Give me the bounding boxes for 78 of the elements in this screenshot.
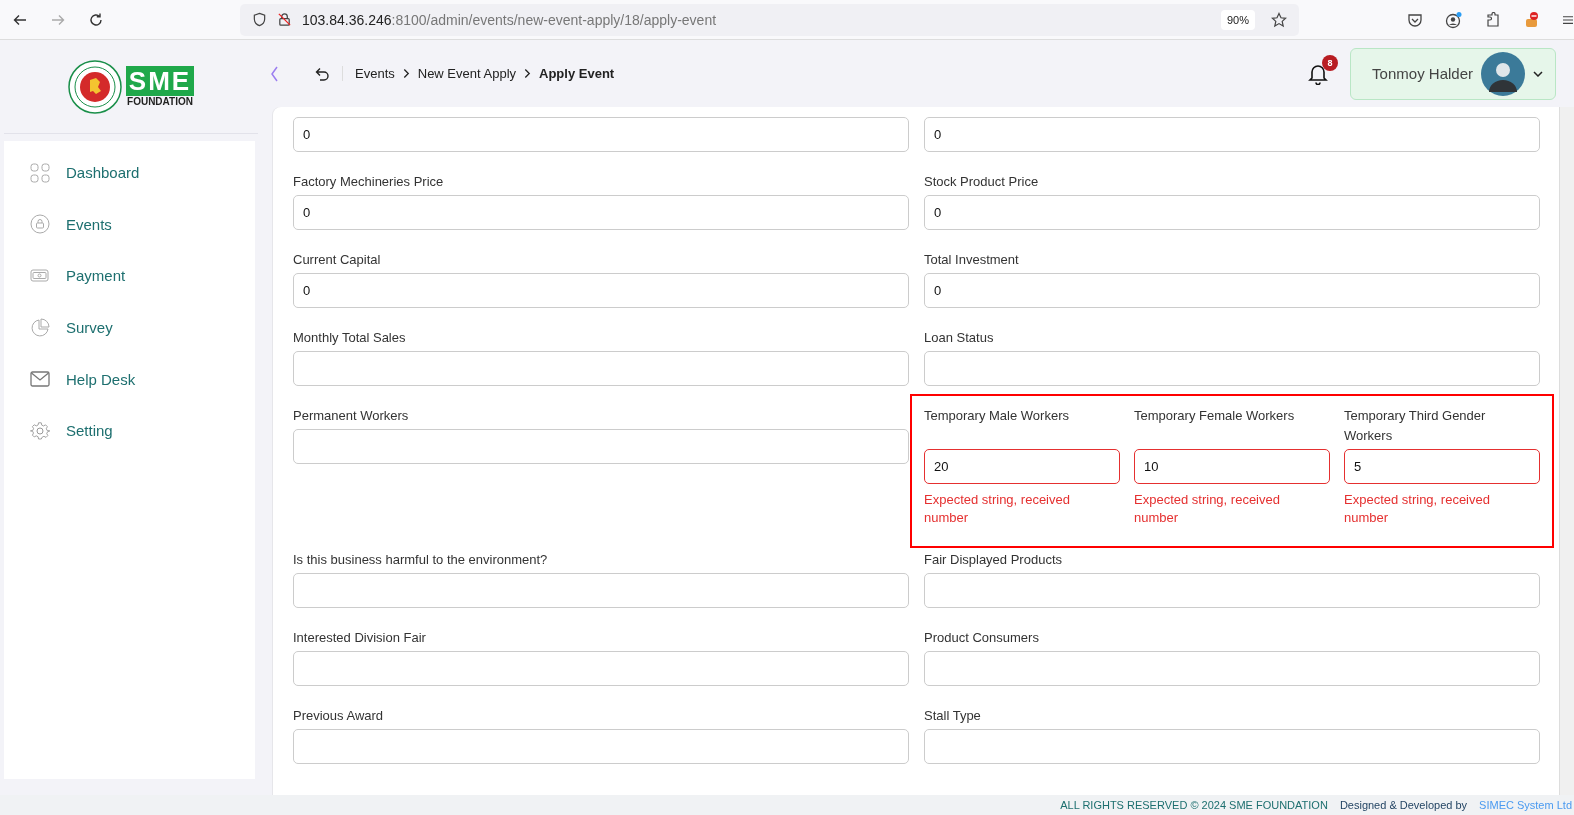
undo-icon[interactable] (314, 65, 330, 82)
extensions-icon[interactable] (1485, 11, 1501, 28)
field-label: Total Investment (924, 251, 1020, 269)
field-label: Fair Displayed Products (924, 551, 1063, 569)
input-field[interactable]: 20 (924, 449, 1120, 484)
input-field[interactable]: 0 (924, 195, 1540, 230)
zoom-level[interactable]: 90% (1220, 9, 1255, 30)
error-message: Expected string, received number (1344, 491, 1491, 527)
breadcrumb-link[interactable]: New Event Apply (417, 66, 517, 81)
input-field[interactable] (293, 429, 909, 464)
input-field[interactable]: 5 (1344, 449, 1540, 484)
chevron-down-icon (1533, 70, 1543, 77)
input-field[interactable]: 0 (293, 195, 909, 230)
breadcrumb-link[interactable]: Events (355, 66, 395, 81)
input-field[interactable]: 0 (293, 117, 909, 152)
account-icon[interactable] (1445, 10, 1463, 29)
credit-text: Designed & Developed by (1339, 799, 1468, 811)
notification-bell-icon[interactable] (1308, 62, 1328, 85)
input-field[interactable] (293, 573, 909, 608)
logo-subtext: FOUNDATION (127, 96, 193, 107)
sidebar-item[interactable]: Events (4, 198, 255, 251)
insecure-lock-icon (277, 12, 292, 27)
settings-icon (30, 420, 50, 441)
field-label: Factory Mechineries Price (293, 173, 445, 191)
mail-icon (30, 369, 50, 390)
input-field[interactable] (924, 651, 1540, 686)
input-field[interactable]: 0 (924, 117, 1540, 152)
field-label: Is this business harmful to the environment? (293, 551, 549, 569)
field-label: Previous Award (293, 707, 385, 725)
breadcrumb-link[interactable]: Apply Event (539, 66, 615, 81)
input-field[interactable] (924, 729, 1540, 764)
sidebar-item[interactable]: Survey (4, 301, 255, 354)
error-message: Expected string, received number (1134, 491, 1281, 527)
government-seal-icon (67, 59, 122, 114)
shield-icon (252, 12, 267, 27)
field-label: Monthly Total Sales (293, 329, 407, 347)
logo-text: SME (125, 66, 195, 96)
copyright-text: ALL RIGHTS RESERVED © 2024 SME FOUNDATION (1060, 799, 1328, 811)
address-bar[interactable]: 103.84.36.246:8100/admin/events/new-event-apply/18/apply-event 90% (240, 3, 1299, 36)
field-label: Loan Status (924, 329, 995, 347)
error-message: Expected string, received number (924, 491, 1071, 527)
collapse-sidebar-icon[interactable] (270, 65, 278, 82)
blocker-extension-icon[interactable] (1523, 10, 1541, 29)
lock-icon (30, 214, 50, 235)
field-label: Product Consumers (924, 629, 1040, 647)
field-label: Interested Division Fair (293, 629, 427, 647)
field-label: Stall Type (924, 707, 982, 725)
user-menu[interactable]: Tonmoy Halder (1350, 47, 1556, 100)
input-field[interactable] (293, 351, 909, 386)
chevron-icon (402, 68, 410, 79)
url-text: 103.84.36.246:8100/admin/events/new-event-apply/18/apply-event (302, 11, 718, 28)
avatar-icon (1481, 51, 1525, 96)
grid-icon (30, 162, 50, 183)
pie-chart-icon (30, 317, 50, 338)
field-label: Stock Product Price (924, 173, 1040, 191)
star-icon[interactable] (1271, 11, 1287, 28)
input-field[interactable]: 0 (293, 273, 909, 308)
input-field[interactable]: 0 (924, 273, 1540, 308)
field-label: Temporary Third Gender Workers (1344, 407, 1487, 445)
sidebar-item[interactable]: Setting (4, 404, 255, 457)
input-field[interactable] (924, 351, 1540, 386)
pocket-icon[interactable] (1407, 11, 1423, 28)
field-label: Permanent Workers (293, 407, 410, 425)
field-label: Current Capital (293, 251, 382, 269)
input-field[interactable]: 10 (1134, 449, 1330, 484)
field-label: Temporary Male Workers (924, 407, 1070, 425)
notification-count: 8 (1322, 54, 1338, 71)
reload-icon[interactable] (88, 11, 104, 28)
sidebar-item[interactable]: Payment (4, 250, 255, 302)
field-label: Temporary Female Workers (1134, 407, 1296, 425)
input-field[interactable] (293, 651, 909, 686)
chevron-icon (524, 68, 532, 79)
sidebar-item[interactable]: Help Desk (4, 353, 255, 405)
scrollbar[interactable] (1559, 107, 1574, 795)
input-field[interactable] (293, 729, 909, 764)
sidebar-item[interactable]: Dashboard (4, 147, 255, 199)
input-field[interactable] (924, 573, 1540, 608)
menu-icon[interactable] (1563, 13, 1573, 26)
